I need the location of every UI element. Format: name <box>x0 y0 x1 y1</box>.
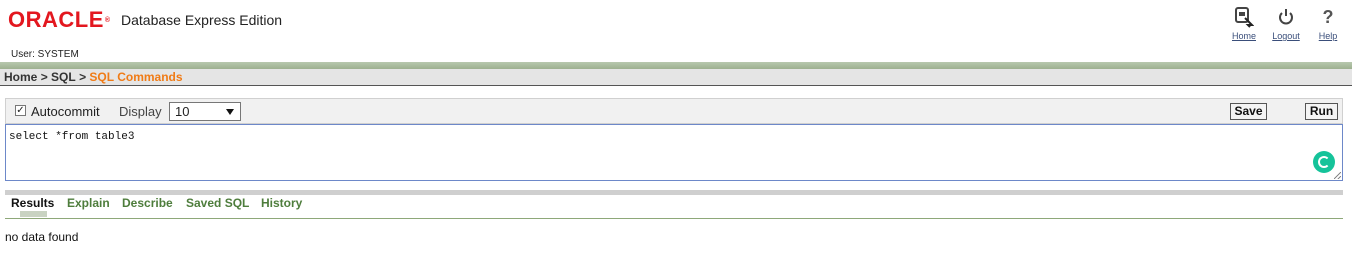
help-nav[interactable]: ? Help <box>1313 6 1343 46</box>
grammar-assistant-icon[interactable] <box>1313 151 1335 173</box>
run-button[interactable]: Run <box>1305 103 1338 120</box>
editor-results-divider[interactable] <box>5 190 1343 195</box>
oracle-logo: ORACLE® <box>8 9 111 31</box>
home-nav[interactable]: Home <box>1228 6 1260 46</box>
user-label: User: SYSTEM <box>11 49 79 60</box>
display-select[interactable]: 10 <box>169 102 241 121</box>
breadcrumb-separator: > <box>40 70 48 84</box>
home-link[interactable]: Home <box>1228 31 1260 41</box>
dropdown-arrow-icon <box>226 109 234 115</box>
breadcrumb-home[interactable]: Home <box>4 70 37 84</box>
logo-registered-mark: ® <box>104 17 111 24</box>
logout-link[interactable]: Logout <box>1268 31 1304 41</box>
results-message: no data found <box>5 230 79 244</box>
breadcrumb: Home > SQL > SQL Commands <box>0 69 1352 86</box>
app-header: ORACLE® Database Express Edition User: S… <box>0 0 1352 62</box>
tabs-underline <box>5 218 1343 219</box>
logo-text: ORACLE <box>8 7 104 32</box>
help-link[interactable]: Help <box>1313 31 1343 41</box>
header-divider-bar <box>0 62 1352 69</box>
results-tabs: Results Explain Describe Saved SQL Histo… <box>0 196 1352 220</box>
active-tab-indicator <box>20 211 47 217</box>
save-button[interactable]: Save <box>1230 103 1267 120</box>
breadcrumb-separator: > <box>79 70 87 84</box>
breadcrumb-sql[interactable]: SQL <box>51 70 76 84</box>
logout-nav[interactable]: Logout <box>1268 6 1304 46</box>
help-icon[interactable]: ? <box>1313 6 1343 28</box>
tab-results[interactable]: Results <box>11 196 54 210</box>
page: ORACLE® Database Express Edition User: S… <box>0 0 1352 259</box>
breadcrumb-current: SQL Commands <box>89 70 183 84</box>
sql-toolbar: ✓ Autocommit Display 10 Save Run <box>5 98 1343 124</box>
tab-saved-sql[interactable]: Saved SQL <box>186 196 249 210</box>
tab-history[interactable]: History <box>261 196 302 210</box>
product-name: Database Express Edition <box>121 12 283 28</box>
resize-handle-icon[interactable] <box>1334 172 1341 179</box>
sql-editor[interactable]: select *from table3 <box>5 124 1343 181</box>
power-icon[interactable] <box>1268 6 1304 28</box>
display-select-value: 10 <box>175 104 190 119</box>
home-icon[interactable] <box>1228 6 1260 28</box>
display-label: Display <box>119 104 162 119</box>
tab-describe[interactable]: Describe <box>122 196 173 210</box>
autocommit-checkbox[interactable]: ✓ <box>15 105 26 116</box>
tab-explain[interactable]: Explain <box>67 196 110 210</box>
autocommit-label[interactable]: Autocommit <box>31 104 100 119</box>
